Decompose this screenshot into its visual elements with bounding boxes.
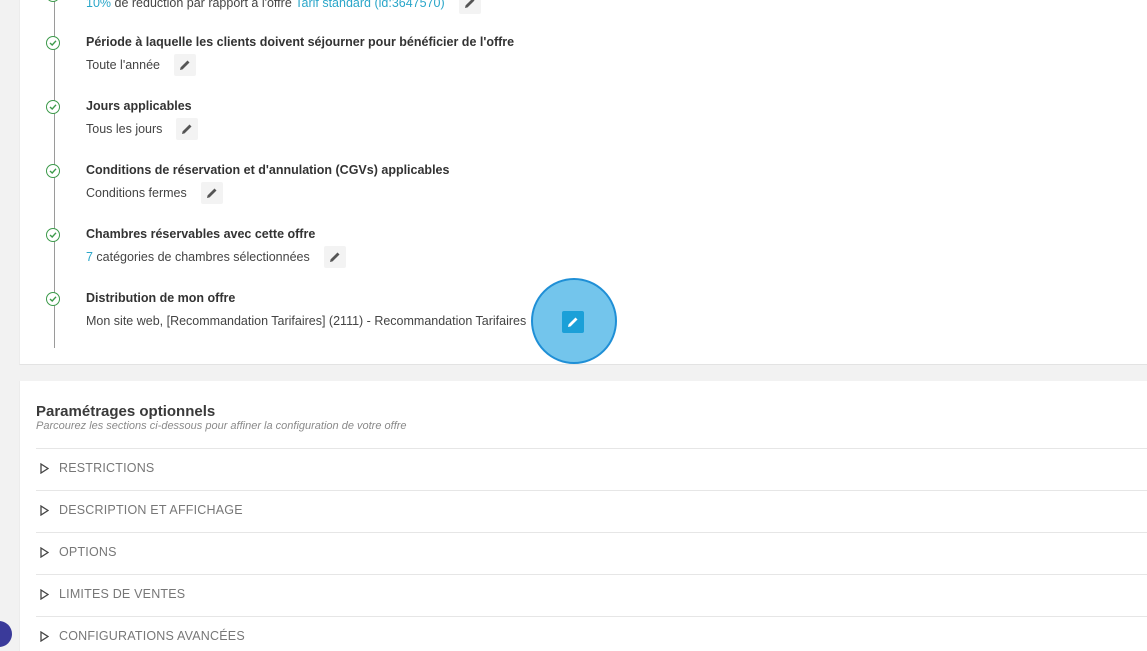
- check-circle-icon: [46, 0, 60, 2]
- optional-settings-subtitle: Parcourez les sections ci-dessous pour a…: [36, 420, 407, 432]
- check-circle-icon: [46, 36, 60, 50]
- pencil-icon: [329, 252, 340, 262]
- section-sales-limits[interactable]: LIMITES DE VENTES: [36, 574, 1147, 616]
- section-advanced[interactable]: CONFIGURATIONS AVANCÉES: [36, 616, 1147, 643]
- stay-period-text: Toute l'année: [86, 58, 160, 72]
- discount-text: de réduction par rapport à l'offre: [111, 0, 296, 10]
- edit-distribution-button[interactable]: [562, 311, 584, 333]
- triangle-right-icon: [40, 547, 49, 558]
- triangle-right-icon: [40, 463, 49, 474]
- section-label: LIMITES DE VENTES: [59, 587, 186, 601]
- step-stay-period-title: Période à laquelle les clients doivent s…: [86, 35, 515, 49]
- edit-conditions-button[interactable]: [200, 182, 223, 204]
- rooms-count-link[interactable]: 7: [86, 250, 93, 264]
- check-circle-icon: [46, 292, 60, 306]
- pencil-icon: [568, 317, 578, 327]
- pencil-icon: [179, 60, 190, 70]
- section-restrictions[interactable]: RESTRICTIONS: [36, 448, 1147, 490]
- rooms-text: catégories de chambres sélectionnées: [92, 250, 310, 264]
- step-conditions-value: Conditions fermes: [86, 182, 223, 204]
- step-distribution-value: Mon site web, [Recommandation Tarifaires…: [86, 314, 526, 328]
- step-distribution-title: Distribution de mon offre: [86, 291, 236, 305]
- check-circle-icon: [46, 228, 60, 242]
- step-stay-period-value: Toute l'année: [86, 54, 196, 76]
- section-description[interactable]: DESCRIPTION ET AFFICHAGE: [36, 490, 1147, 532]
- check-circle-icon: [46, 164, 60, 178]
- conditions-text: Conditions fermes: [86, 186, 187, 200]
- section-label: DESCRIPTION ET AFFICHAGE: [59, 503, 243, 517]
- triangle-right-icon: [40, 631, 49, 642]
- step-days-value: Tous les jours: [86, 118, 199, 140]
- section-options[interactable]: OPTIONS: [36, 532, 1147, 574]
- check-circle-icon: [46, 100, 60, 114]
- distribution-text: Mon site web, [Recommandation Tarifaires…: [86, 314, 527, 328]
- chat-widget-button[interactable]: [0, 621, 12, 647]
- optional-settings-title: Paramétrages optionnels: [36, 403, 216, 420]
- pencil-icon: [464, 0, 475, 8]
- step-discount-value: 10% de réduction par rapport à l'offre T…: [86, 0, 481, 14]
- triangle-right-icon: [40, 505, 49, 516]
- step-conditions: Conditions de réservation et d'annulatio…: [0, 163, 1147, 213]
- step-days-title: Jours applicables: [86, 99, 192, 113]
- edit-rooms-button[interactable]: [323, 246, 346, 268]
- discount-percent-link[interactable]: 10%: [86, 0, 111, 10]
- section-label: RESTRICTIONS: [59, 461, 155, 475]
- step-rooms-title: Chambres réservables avec cette offre: [86, 227, 316, 241]
- section-label: OPTIONS: [59, 545, 117, 559]
- edit-days-button[interactable]: [176, 118, 199, 140]
- edit-stay-period-button[interactable]: [173, 54, 196, 76]
- step-conditions-title: Conditions de réservation et d'annulatio…: [86, 163, 450, 177]
- step-stay-period: Période à laquelle les clients doivent s…: [0, 35, 1147, 85]
- pencil-icon: [206, 188, 217, 198]
- pencil-icon: [182, 124, 192, 134]
- step-rooms-value: 7 catégories de chambres sélectionnées: [86, 246, 346, 268]
- step-rooms: Chambres réservables avec cette offre 7 …: [0, 227, 1147, 277]
- days-text: Tous les jours: [86, 122, 163, 136]
- triangle-right-icon: [40, 589, 49, 600]
- edit-discount-button[interactable]: [458, 0, 481, 14]
- reference-rate-link[interactable]: Tarif standard (id:3647570): [295, 0, 444, 10]
- step-days: Jours applicables Tous les jours: [0, 99, 1147, 149]
